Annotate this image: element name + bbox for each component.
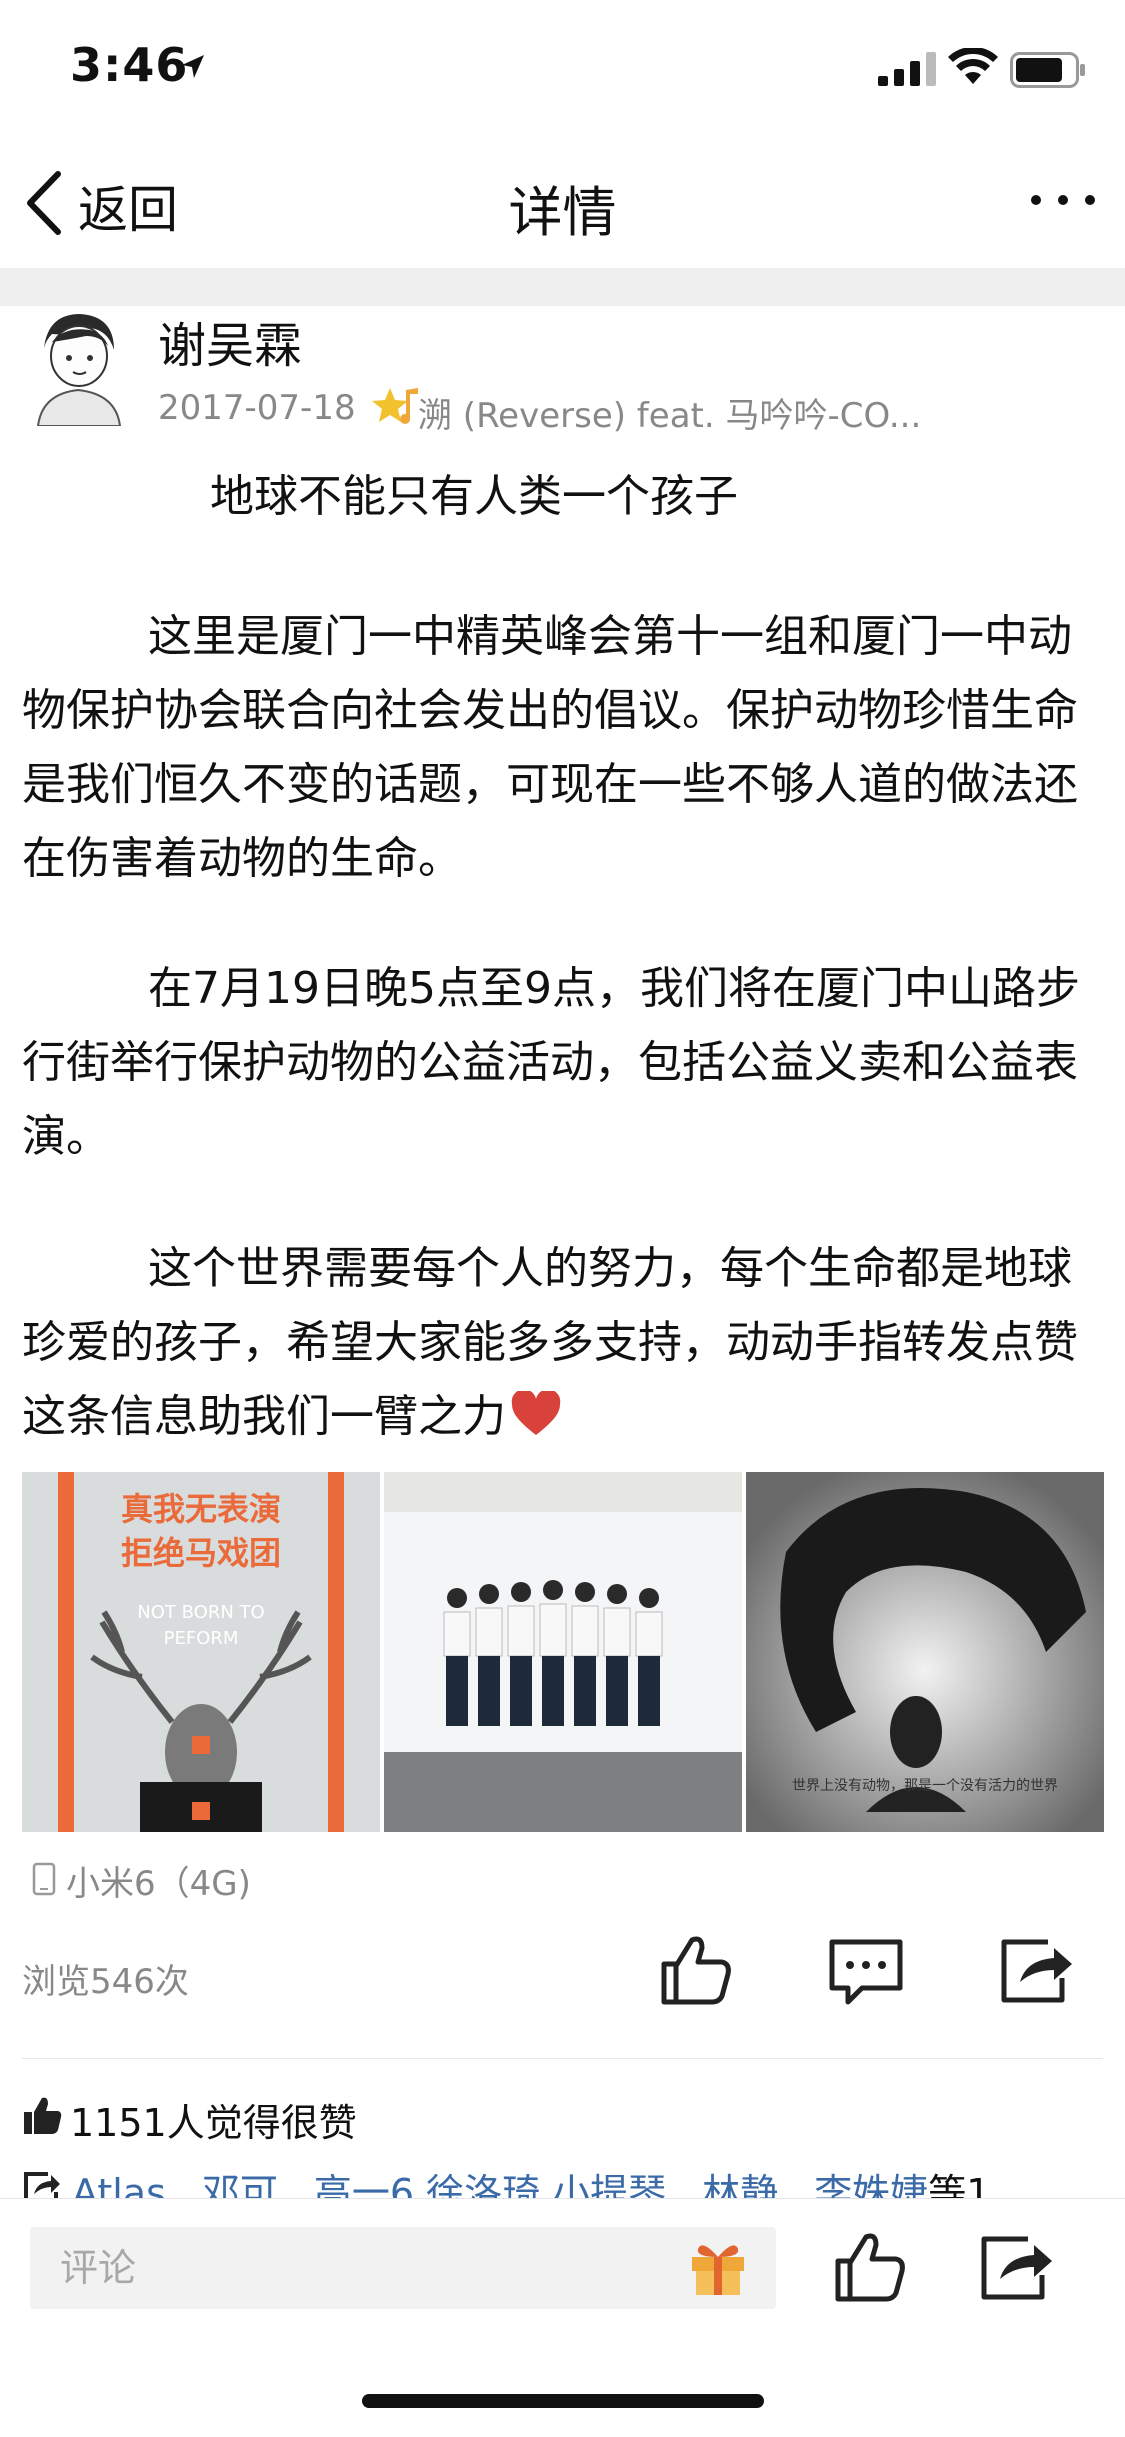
- share-small-icon: [24, 2172, 60, 2202]
- wifi-icon: [948, 48, 998, 84]
- thumbs-up-filled-icon: [24, 2097, 62, 2134]
- poster-en1: NOT BORN TO: [137, 1602, 264, 1623]
- home-indicator[interactable]: [362, 2394, 764, 2408]
- section-divider: [0, 268, 1125, 306]
- gift-icon[interactable]: [686, 2235, 750, 2299]
- view-count: 浏览546次: [22, 1962, 189, 2002]
- page-title: 详情: [508, 181, 617, 244]
- status-time: 3:46: [70, 38, 189, 92]
- share-icon[interactable]: [996, 1930, 1076, 2010]
- poster-line1: 真我无表演: [121, 1490, 281, 1528]
- thumbs-up-icon[interactable]: [656, 1930, 736, 2010]
- poster-en2: PEFORM: [164, 1628, 239, 1649]
- music-title[interactable]: 溯 (Reverse) feat. 马吟吟-CO...: [418, 388, 938, 437]
- post-image[interactable]: 真我无表演 拒绝马戏团 NOT BORN TO PEFORM: [22, 1472, 380, 1832]
- divider: [22, 2058, 1103, 2059]
- post-image[interactable]: [384, 1472, 742, 1832]
- sharers-list: Atlas 邓可 高一6 徐洛琦 小提琴 林静 李姝婕等1: [72, 2162, 990, 2202]
- animals-silhouette-image: 世界上没有动物，那是一个没有活力的世界: [746, 1472, 1104, 1832]
- post-paragraph: 这里是厦门一中精英峰会第十一组和厦门一中动物保护协会联合向社会发出的倡议。保护动…: [22, 611, 1078, 884]
- author-name[interactable]: 谢吴霖: [158, 306, 302, 376]
- avatar[interactable]: [30, 306, 126, 426]
- location-arrow-icon: [182, 55, 204, 78]
- post-image[interactable]: 世界上没有动物，那是一个没有活力的世界: [746, 1472, 1104, 1832]
- animals-caption: 世界上没有动物，那是一个没有活力的世界: [792, 1778, 1058, 1794]
- heart-emoji-icon: [511, 1389, 561, 1435]
- phone-device-icon: [32, 1862, 56, 1896]
- navigation-bar: 返回 详情: [0, 140, 1125, 269]
- bottom-thumbs-up-icon[interactable]: [830, 2227, 910, 2307]
- comment-icon[interactable]: [826, 1930, 906, 2010]
- bottom-share-icon[interactable]: [976, 2227, 1056, 2307]
- poster-line2: 拒绝马戏团: [121, 1534, 281, 1572]
- group-photo-image: [384, 1472, 742, 1832]
- cell-signal-icon: [878, 52, 936, 86]
- battery-icon: [1010, 52, 1085, 88]
- post-date: 2017-07-18: [158, 388, 356, 428]
- post-paragraph: 在7月19日晚5点至9点，我们将在厦门中山路步行街举行保护动物的公益活动，包括公…: [22, 963, 1080, 1162]
- status-bar: 3:46: [0, 0, 1125, 140]
- star-music-icon: [372, 388, 418, 424]
- likes-count[interactable]: 1151人觉得很赞: [70, 2092, 357, 2147]
- post-paragraph: 这个世界需要每个人的努力，每个生命都是地球珍爱的孩子，希望大家能多多支持，动动手…: [22, 1232, 1107, 1454]
- comment-input[interactable]: [30, 2227, 776, 2309]
- poster-image: 真我无表演 拒绝马戏团 NOT BORN TO PEFORM: [22, 1472, 380, 1832]
- post-title: 地球不能只有人类一个孩子: [210, 471, 738, 522]
- sharers-row: Atlas 邓可 高一6 徐洛琦 小提琴 林静 李姝婕等1: [22, 2162, 1122, 2202]
- device-label: 小米6（4G): [66, 1864, 251, 1904]
- more-options-icon[interactable]: [1028, 190, 1098, 210]
